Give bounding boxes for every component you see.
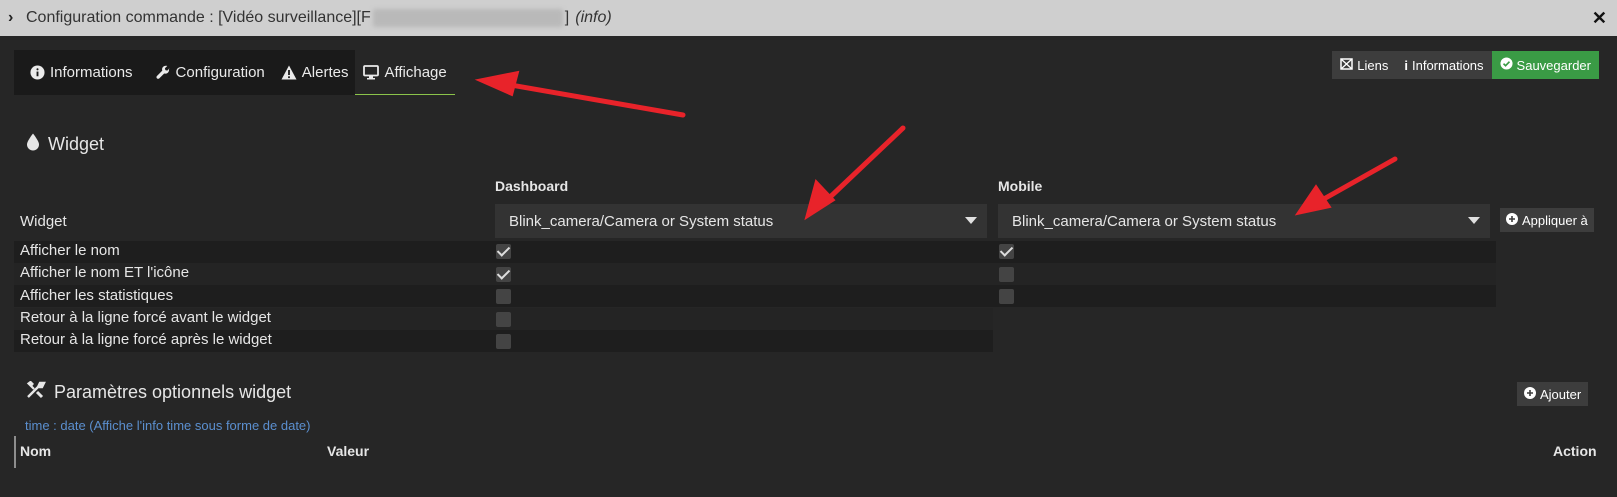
caret-down-icon: [965, 217, 977, 224]
add-param-label: Ajouter: [1540, 386, 1582, 402]
tools-icon: [26, 380, 46, 404]
table-header-divider: [14, 436, 16, 468]
param-hint: time : date (Affiche l'info time sous fo…: [25, 418, 311, 433]
apply-to-button[interactable]: Appliquer à: [1500, 208, 1594, 232]
widget-label: Widget: [20, 213, 67, 230]
table-row: [14, 285, 1496, 307]
tab-configuration[interactable]: Configuration: [140, 50, 272, 95]
widget-title-text: Widget: [48, 134, 105, 154]
save-label: Sauvegarder: [1516, 57, 1591, 73]
widget-section-title: Widget: [26, 133, 104, 156]
monitor-icon: [363, 64, 380, 80]
dialog-titlebar: › Configuration commande : [Vidéo survei…: [0, 0, 1617, 36]
column-header-value: Valeur: [327, 443, 370, 459]
caret-down-icon: [1468, 217, 1480, 224]
column-header-action: Action: [1553, 443, 1597, 459]
close-icon[interactable]: ✕: [1592, 8, 1607, 29]
warning-icon: [281, 65, 297, 80]
tab-label: Configuration: [175, 64, 265, 81]
links-icon: [1340, 57, 1354, 73]
mobile-select-value: Blink_camera/Camera or System status: [1012, 212, 1277, 230]
header-actions: Liens i Informations Sauvegarder: [1332, 51, 1599, 79]
chevron-right-icon[interactable]: ›: [8, 9, 20, 27]
table-row: [14, 263, 1496, 285]
informations-button[interactable]: i Informations: [1396, 51, 1492, 79]
dashboard-column-header: Dashboard: [495, 178, 569, 194]
apply-to-label: Appliquer à: [1522, 212, 1588, 228]
break-after-dashboard-checkbox[interactable]: [496, 334, 511, 349]
tab-bar: Informations Configuration Alertes Affic…: [14, 50, 455, 95]
tab-label: Informations: [50, 64, 133, 81]
show-name-icon-mobile-checkbox[interactable]: [999, 267, 1014, 282]
option-label: Afficher le nom: [20, 242, 120, 259]
option-label: Retour à la ligne forcé avant le widget: [20, 309, 271, 326]
tab-informations[interactable]: Informations: [14, 50, 140, 95]
params-title-text: Paramètres optionnels widget: [54, 382, 292, 402]
option-label: Afficher les statistiques: [20, 287, 174, 304]
plus-circle-icon: [1524, 386, 1536, 402]
tab-affichage[interactable]: Affichage: [355, 50, 455, 95]
redacted-name: [372, 9, 563, 27]
option-label: Afficher le nom ET l'icône: [20, 264, 190, 281]
links-label: Liens: [1357, 57, 1389, 73]
links-button[interactable]: Liens: [1332, 51, 1397, 79]
tab-label: Affichage: [384, 63, 447, 81]
info-icon: i: [1404, 57, 1408, 73]
save-button[interactable]: Sauvegarder: [1491, 51, 1599, 79]
option-label: Retour à la ligne forcé après le widget: [20, 331, 272, 348]
dialog-title-suffix: ]: [564, 9, 570, 26]
show-stats-dashboard-checkbox[interactable]: [496, 289, 511, 304]
plus-circle-icon: [1506, 212, 1518, 228]
add-param-button[interactable]: Ajouter: [1517, 382, 1589, 406]
show-stats-mobile-checkbox[interactable]: [999, 289, 1014, 304]
column-header-name: Nom: [20, 443, 52, 459]
droplet-icon: [26, 133, 40, 156]
table-row: [14, 241, 1496, 263]
dashboard-select-value: Blink_camera/Camera or System status: [509, 212, 774, 230]
params-section-title: Paramètres optionnels widget: [26, 380, 292, 404]
dialog-title-type: (info): [575, 9, 612, 26]
show-name-dashboard-checkbox[interactable]: [496, 244, 511, 259]
show-name-icon-dashboard-checkbox[interactable]: [496, 267, 511, 282]
info-circle-icon: [30, 65, 45, 80]
tab-label: Alertes: [301, 64, 349, 81]
show-name-mobile-checkbox[interactable]: [999, 244, 1014, 259]
check-circle-icon: [1500, 57, 1513, 73]
break-before-dashboard-checkbox[interactable]: [496, 312, 511, 327]
dashboard-widget-select[interactable]: Blink_camera/Camera or System status: [495, 204, 987, 238]
informations-label: Informations: [1412, 57, 1484, 73]
annotation-arrow-icon: [474, 70, 686, 118]
dialog-title: Configuration commande : [Vidéo surveill…: [26, 9, 371, 26]
mobile-column-header: Mobile: [998, 178, 1043, 194]
wrench-icon: [155, 65, 171, 80]
mobile-widget-select[interactable]: Blink_camera/Camera or System status: [998, 204, 1490, 238]
tab-alertes[interactable]: Alertes: [272, 50, 356, 95]
